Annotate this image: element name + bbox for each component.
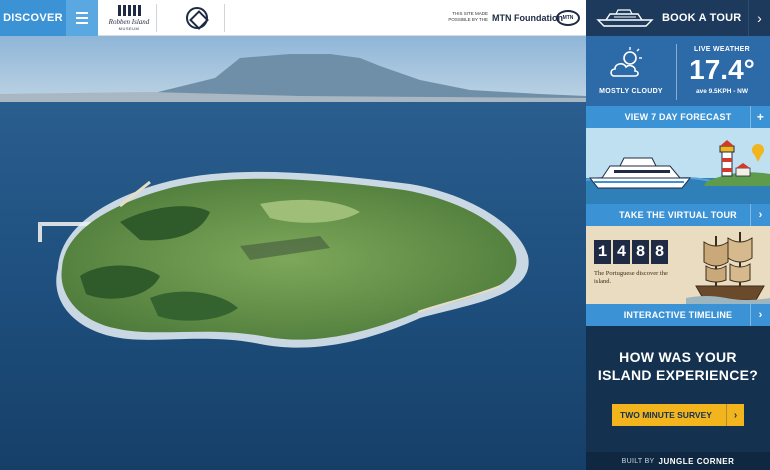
mtn-logo-icon: MTN	[556, 10, 580, 26]
world-heritage-icon	[186, 7, 208, 29]
year-digit: 4	[613, 240, 630, 264]
weather-condition: MOSTLY CLOUDY	[599, 88, 663, 95]
year-counter: 1 4 8 8	[594, 240, 668, 264]
two-minute-survey-button[interactable]: TWO MINUTE SURVEY ›	[612, 404, 744, 426]
built-by-label: BUILT BY	[621, 457, 655, 465]
chevron-right-icon: ›	[748, 0, 770, 36]
island-aerial-image	[0, 36, 586, 470]
survey-question-line2: ISLAND EXPERIENCE?	[597, 367, 759, 383]
year-digit: 8	[632, 240, 649, 264]
survey-question: HOW WAS YOUR ISLAND EXPERIENCE?	[586, 348, 770, 384]
live-weather-label: LIVE WEATHER	[694, 46, 750, 53]
live-weather-panel: MOSTLY CLOUDY LIVE WEATHER 17.4° ave 9.5…	[586, 36, 770, 106]
virtual-tour-illustration[interactable]	[586, 128, 770, 204]
ferry-icon	[596, 9, 654, 27]
book-a-tour-label: BOOK A TOUR	[662, 12, 742, 24]
chevron-right-icon: ›	[750, 204, 770, 226]
aerial-photo-illustration	[0, 36, 586, 470]
forecast-label: VIEW 7 DAY FORECAST	[624, 112, 732, 122]
right-sidebar: BOOK A TOUR › MOSTLY CLOUDY LIVE WEATHER…	[586, 0, 770, 470]
book-a-tour-button[interactable]: BOOK A TOUR ›	[586, 0, 770, 36]
logo-name: Robben Island	[108, 18, 150, 26]
credits-footer[interactable]: BUILT BY JUNGLE CORNER	[586, 452, 770, 470]
view-forecast-button[interactable]: VIEW 7 DAY FORECAST +	[586, 106, 770, 128]
timeline-label: INTERACTIVE TIMELINE	[623, 310, 733, 320]
divider	[156, 4, 157, 32]
chevron-right-icon: ›	[726, 404, 744, 426]
temperature-value: 17.4°	[689, 54, 755, 85]
sailing-ship-icon	[686, 232, 770, 304]
survey-question-line1: HOW WAS YOUR	[619, 349, 737, 365]
virtual-tour-button[interactable]: TAKE THE VIRTUAL TOUR ›	[586, 204, 770, 226]
interactive-timeline-button[interactable]: INTERACTIVE TIMELINE ›	[586, 304, 770, 326]
agency-name: JUNGLE CORNER	[658, 456, 735, 466]
robben-island-museum-logo[interactable]: Robben Island MUSEUM	[106, 3, 152, 34]
logo-bars-icon	[106, 5, 152, 16]
ferry-lighthouse-illustration	[586, 140, 770, 204]
year-digit: 8	[651, 240, 668, 264]
wind-readout: ave 9.5KPH - NW	[695, 88, 749, 95]
plus-icon: +	[750, 106, 770, 128]
timeline-caption: The Portuguese discover the island.	[594, 270, 668, 285]
discover-button[interactable]: DISCOVER	[0, 0, 66, 36]
year-digit: 1	[594, 240, 611, 264]
timeline-preview[interactable]: 1 4 8 8 The Portuguese discover the isla…	[586, 226, 770, 304]
survey-button-label: TWO MINUTE SURVEY	[620, 410, 712, 420]
virtual-tour-label: TAKE THE VIRTUAL TOUR	[619, 210, 737, 220]
divider	[224, 4, 225, 32]
divider	[676, 44, 677, 100]
sponsor-caption: THIS SITE MADE POSSIBLE BY THE	[448, 11, 488, 22]
hamburger-menu-icon[interactable]	[66, 0, 98, 36]
sponsor-name: MTN Foundation	[492, 13, 563, 23]
top-navigation-bar: DISCOVER Robben Island MUSEUM THIS SITE …	[0, 0, 586, 36]
partly-cloudy-icon	[610, 47, 642, 77]
chevron-right-icon: ›	[750, 304, 770, 326]
logo-subtitle: MUSEUM	[118, 26, 140, 31]
survey-panel: HOW WAS YOUR ISLAND EXPERIENCE? TWO MINU…	[586, 326, 770, 452]
